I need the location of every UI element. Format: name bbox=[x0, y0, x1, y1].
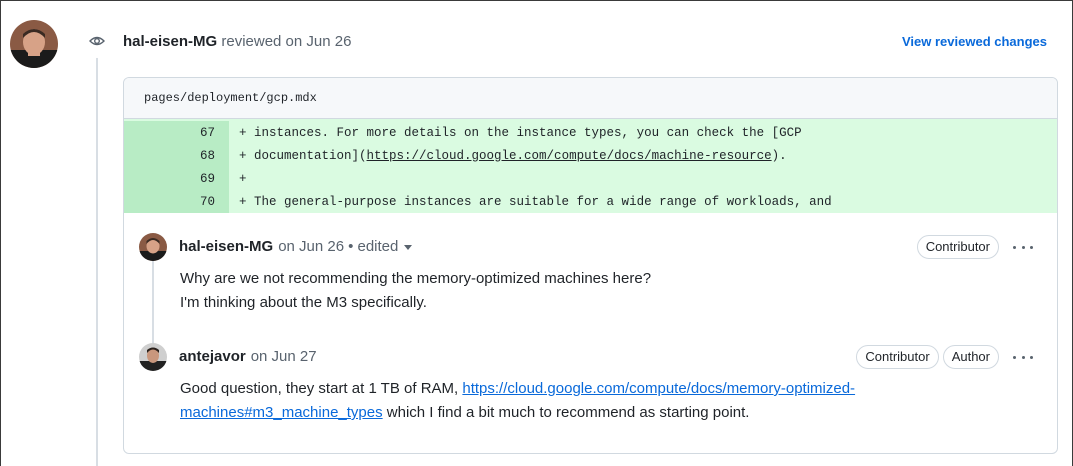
comment-badges: Contributor Author bbox=[852, 345, 1033, 369]
comment-text: which I find a bit much to recommend as … bbox=[382, 404, 750, 421]
diff-link[interactable]: https://cloud.google.com/compute/docs/ma… bbox=[367, 149, 772, 163]
diff-text: + documentation]( bbox=[239, 148, 367, 163]
comment-link[interactable]: machines#m3_machine_types bbox=[180, 404, 383, 421]
comment-author-link[interactable]: hal-eisen-MG bbox=[179, 237, 273, 257]
commenter-avatar[interactable] bbox=[139, 233, 167, 261]
comment-text: Why are we not recommending the memory-o… bbox=[180, 270, 652, 287]
comment-author-link[interactable]: antejavor bbox=[179, 347, 246, 367]
diff-line: 67 + instances. For more details on the … bbox=[124, 121, 1057, 144]
diff-line: 69 + bbox=[124, 167, 1057, 190]
review-author-link[interactable]: hal-eisen-MG bbox=[123, 33, 217, 50]
eye-icon bbox=[80, 24, 114, 58]
view-reviewed-changes-link[interactable]: View reviewed changes bbox=[902, 33, 1047, 51]
diff-code: + bbox=[229, 167, 1057, 190]
diff-code: + documentation](https://cloud.google.co… bbox=[229, 144, 1057, 167]
more-options-icon[interactable] bbox=[1013, 355, 1033, 359]
diff-code: + instances. For more details on the ins… bbox=[229, 121, 1057, 144]
comment-badges: Contributor bbox=[913, 235, 1033, 259]
comment-body: Why are we not recommending the memory-o… bbox=[180, 267, 651, 315]
comment-text: I'm thinking about the M3 specifically. bbox=[180, 294, 427, 311]
comment-header: hal-eisen-MG on Jun 26 • edited bbox=[179, 237, 413, 257]
review-comment-box: pages/deployment/gcp.mdx 67 + instances.… bbox=[123, 77, 1058, 454]
comment-text: Good question, they start at 1 TB of RAM… bbox=[180, 380, 463, 397]
timeline-line bbox=[96, 56, 98, 466]
diff-line: 68 + documentation](https://cloud.google… bbox=[124, 144, 1057, 167]
comment-date[interactable]: on Jun 27 bbox=[251, 347, 317, 367]
line-number[interactable]: 69 bbox=[124, 167, 229, 190]
comment-body: Good question, they start at 1 TB of RAM… bbox=[180, 377, 855, 425]
comment-link[interactable]: https://cloud.google.com/compute/docs/me… bbox=[462, 380, 855, 397]
contributor-badge: Contributor bbox=[856, 345, 939, 369]
file-path[interactable]: pages/deployment/gcp.mdx bbox=[124, 78, 1057, 119]
comment-date[interactable]: on Jun 26 bbox=[278, 237, 344, 257]
reviewer-avatar[interactable] bbox=[10, 20, 58, 68]
comment-header: antejavor on Jun 27 bbox=[179, 347, 317, 367]
diff-code: + The general-purpose instances are suit… bbox=[229, 190, 1057, 213]
chevron-down-icon[interactable] bbox=[404, 244, 413, 250]
line-number[interactable]: 67 bbox=[124, 121, 229, 144]
diff-line: 70 + The general-purpose instances are s… bbox=[124, 190, 1057, 213]
diff-text: ). bbox=[771, 148, 787, 163]
thread-line bbox=[152, 253, 154, 345]
review-header: hal-eisen-MG reviewed on Jun 26 bbox=[123, 32, 351, 52]
line-number[interactable]: 70 bbox=[124, 190, 229, 213]
diff-hunk: 67 + instances. For more details on the … bbox=[124, 119, 1057, 213]
edited-dropdown[interactable]: • edited bbox=[348, 237, 398, 257]
line-number[interactable]: 68 bbox=[124, 144, 229, 167]
commenter-avatar[interactable] bbox=[139, 343, 167, 371]
contributor-badge: Contributor bbox=[916, 235, 999, 259]
more-options-icon[interactable] bbox=[1013, 245, 1033, 249]
review-action: reviewed on Jun 26 bbox=[221, 33, 352, 50]
author-badge: Author bbox=[942, 345, 999, 369]
